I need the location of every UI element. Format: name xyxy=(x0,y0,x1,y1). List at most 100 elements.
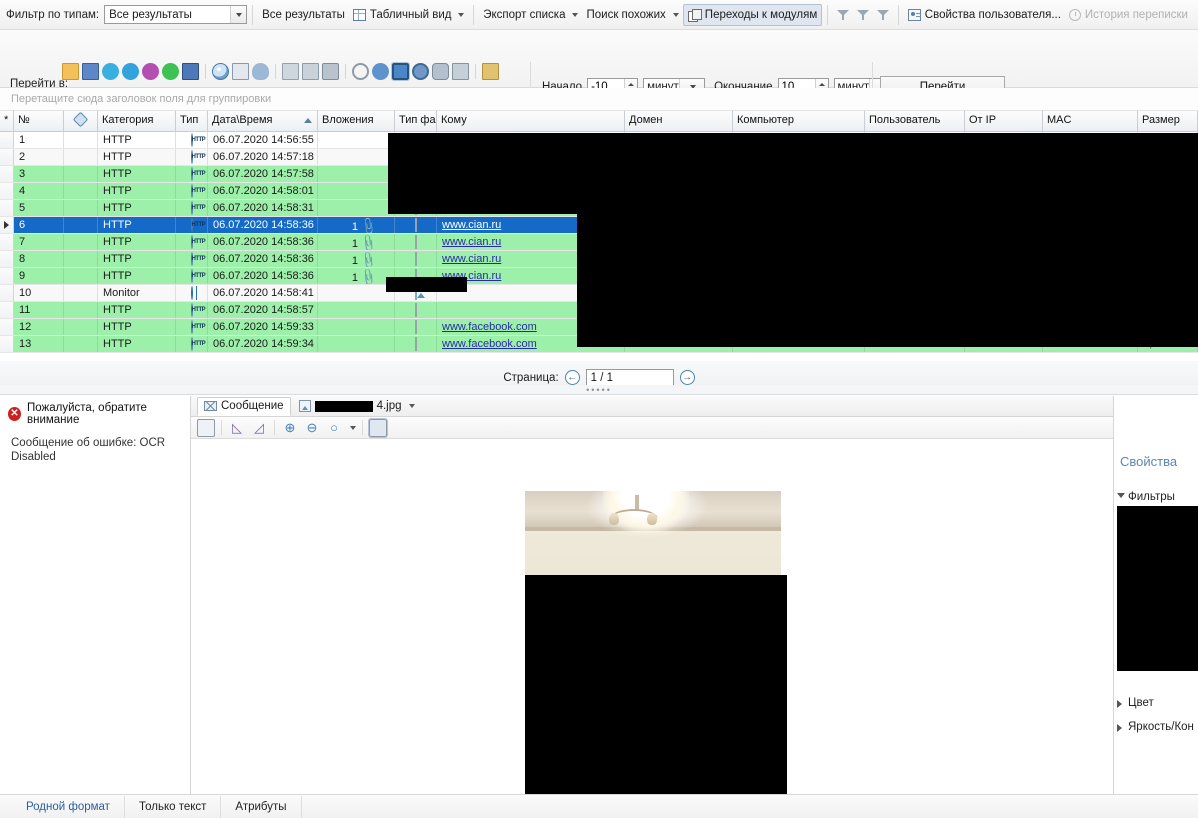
telegram-icon[interactable] xyxy=(122,63,139,80)
grid-column-header-tag[interactable] xyxy=(64,111,98,131)
table-view-button[interactable]: Табличный вид xyxy=(349,4,469,26)
grid-column-header-label: № xyxy=(18,114,30,126)
recipient-link[interactable]: www.facebook.com xyxy=(442,321,537,333)
cell-category: HTTP xyxy=(98,336,176,352)
all-results-button[interactable]: Все результаты xyxy=(258,4,349,26)
table-view-icon xyxy=(352,8,366,21)
image-canvas[interactable] xyxy=(191,439,1113,818)
filter-type-dropdown-arrow[interactable] xyxy=(230,6,247,23)
folder-icon[interactable] xyxy=(482,63,499,80)
viber-icon[interactable] xyxy=(142,63,159,80)
tab-message[interactable]: Сообщение xyxy=(197,396,291,416)
format-tab-2[interactable]: Атрибуты xyxy=(221,795,302,818)
microphone-icon[interactable] xyxy=(432,63,449,80)
similar-search-button[interactable]: Поиск похожих xyxy=(582,4,682,26)
tab-attachment-file[interactable]: 4.jpg xyxy=(293,397,421,416)
grid-column-header-type[interactable]: Тип xyxy=(176,111,208,131)
skype-icon[interactable] xyxy=(102,63,119,80)
whatsapp-icon[interactable] xyxy=(162,63,179,80)
grid-column-header-fromip[interactable]: От IP xyxy=(965,111,1043,131)
mail-icon[interactable] xyxy=(62,63,79,80)
splitter-handle[interactable]: ••••• xyxy=(0,385,1198,395)
device-icon[interactable] xyxy=(302,63,319,80)
chevron-down-icon[interactable] xyxy=(1117,493,1125,498)
recipient-link[interactable]: www.cian.ru xyxy=(442,236,501,248)
chevron-down-icon[interactable] xyxy=(458,12,465,17)
cell-row-number: 8 xyxy=(14,251,64,267)
cell-tag xyxy=(64,302,98,318)
webcam-icon[interactable] xyxy=(412,63,429,80)
cell-row-number: 2 xyxy=(14,149,64,165)
filter-type-combobox[interactable]: Все результаты xyxy=(104,5,248,24)
usb-icon[interactable] xyxy=(282,63,299,80)
rotate-right-icon[interactable]: ◿ xyxy=(250,419,268,437)
chevron-right-icon[interactable] xyxy=(1117,700,1122,708)
previous-page-button[interactable]: ← xyxy=(564,370,580,385)
toolbar-separator xyxy=(274,420,275,435)
correspondence-history-button[interactable]: История переписки xyxy=(1065,4,1192,26)
brightness-group-header[interactable]: Яркость/Кон xyxy=(1117,721,1194,733)
filter-clear-button[interactable] xyxy=(873,4,893,26)
chevron-down-icon[interactable] xyxy=(408,404,415,408)
grid-column-header-label: Дата\Время xyxy=(212,114,273,126)
row-indicator xyxy=(0,234,14,250)
color-group-header[interactable]: Цвет xyxy=(1117,697,1154,709)
zoom-level-icon[interactable]: ○ xyxy=(325,419,343,437)
grid-column-header-mac[interactable]: MAC xyxy=(1043,111,1138,131)
format-tab-1[interactable]: Только текст xyxy=(125,795,222,818)
cell-datetime: 06.07.2020 14:58:01 xyxy=(208,183,318,199)
monitor-icon[interactable] xyxy=(391,62,410,81)
recipient-link[interactable]: www.cian.ru xyxy=(442,219,501,231)
group-by-drop-panel[interactable]: Перетащите сюда заголовок поля для групп… xyxy=(0,88,1198,111)
redaction-overlay-recipient-row11 xyxy=(386,277,467,292)
chevron-right-icon[interactable] xyxy=(1117,724,1122,732)
grid-column-header-user[interactable]: Пользователь xyxy=(865,111,965,131)
paperclip-icon: 📎 xyxy=(358,234,379,250)
im-icon[interactable] xyxy=(82,63,99,80)
grid-column-header-filetype[interactable]: Тип фа xyxy=(395,111,437,131)
recipient-link[interactable]: www.cian.ru xyxy=(442,253,501,265)
grid-column-header-computer[interactable]: Компьютер xyxy=(733,111,865,131)
grid-column-header-attachments[interactable]: Вложения xyxy=(318,111,395,131)
export-list-button[interactable]: Экспорт списка xyxy=(479,4,582,26)
grid-column-header-category[interactable]: Категория xyxy=(98,111,176,131)
grid-column-header-num[interactable]: № xyxy=(14,111,64,131)
format-tab-label: Родной формат xyxy=(26,800,110,813)
next-page-button[interactable]: → xyxy=(679,370,695,385)
printer-icon[interactable] xyxy=(322,63,339,80)
cloud-icon[interactable] xyxy=(252,63,269,80)
cell-row-number: 3 xyxy=(14,166,64,182)
zoom-out-icon[interactable]: ⊖ xyxy=(303,419,321,437)
grid-column-header-datetime[interactable]: Дата\Время xyxy=(208,111,318,131)
cell-type xyxy=(176,285,208,301)
chevron-down-icon[interactable] xyxy=(350,425,356,430)
ftp-icon[interactable] xyxy=(232,63,249,80)
filter-user-button[interactable] xyxy=(833,4,853,26)
filter-add-button[interactable] xyxy=(853,4,873,26)
grid-column-header-size[interactable]: Размер xyxy=(1138,111,1198,131)
filters-group-label: Фильтры xyxy=(1128,491,1175,503)
chevron-down-icon[interactable] xyxy=(672,12,679,17)
rotate-left-icon[interactable]: ◺ xyxy=(228,419,246,437)
fit-image-icon[interactable] xyxy=(197,418,215,437)
filters-group-header[interactable]: Фильтры xyxy=(1114,469,1198,503)
zoom-in-icon[interactable]: ⊕ xyxy=(281,419,299,437)
recipient-link[interactable]: www.facebook.com xyxy=(442,338,537,350)
notification-title: Пожалуйста, обратите внимание xyxy=(27,402,147,426)
grid-column-header-domain[interactable]: Домен xyxy=(625,111,733,131)
clipboard-icon[interactable] xyxy=(182,63,199,80)
cell-category: HTTP xyxy=(98,251,176,267)
user-properties-button[interactable]: Свойства пользователя... xyxy=(904,4,1065,26)
http-icon[interactable] xyxy=(212,63,229,80)
grid-header-row: * № Категория Тип Дата\Время Вложения Тип фа Ко… xyxy=(0,111,1198,132)
keyboard-icon[interactable] xyxy=(452,63,469,80)
activity-icon[interactable] xyxy=(372,63,389,80)
module-transitions-button[interactable]: Переходы к модулям xyxy=(682,3,823,26)
grid-column-header-mark[interactable]: * xyxy=(0,111,14,131)
cell-type: HTTP xyxy=(176,319,208,335)
format-tab-0[interactable]: Родной формат xyxy=(12,795,125,818)
actual-size-icon[interactable] xyxy=(368,417,388,438)
clock-icon[interactable] xyxy=(352,63,369,80)
chevron-down-icon[interactable] xyxy=(572,12,579,17)
grid-column-header-to[interactable]: Кому xyxy=(437,111,625,131)
